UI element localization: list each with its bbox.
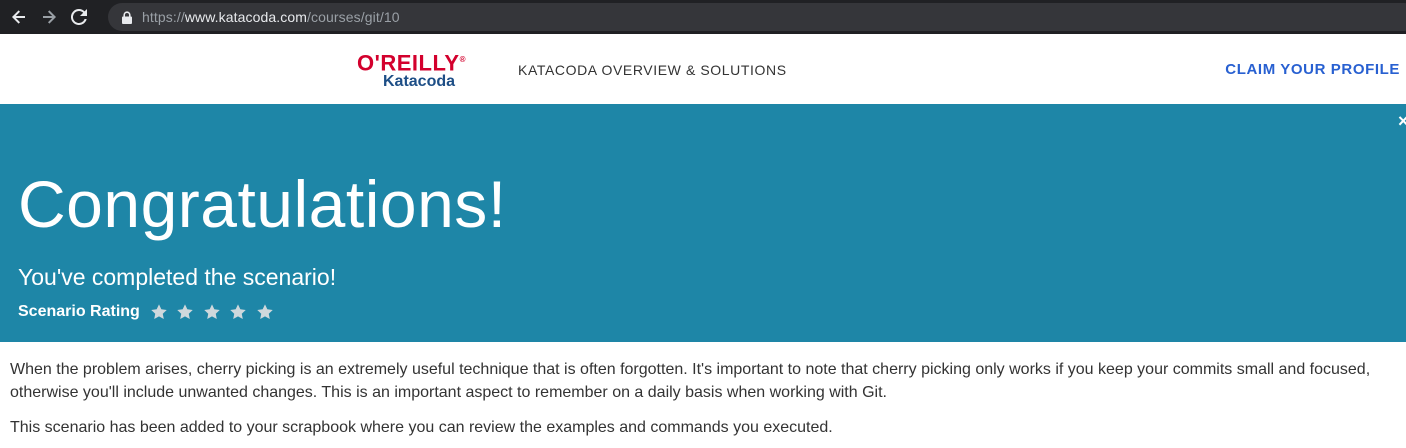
reload-icon [71, 9, 87, 25]
star-icon[interactable] [203, 303, 221, 321]
oreilly-katacoda-logo[interactable]: O'REILLY® Katacoda [357, 49, 472, 91]
url-host: www.katacoda.com [184, 9, 308, 25]
browser-toolbar: https://www.katacoda.com/courses/git/10 [0, 0, 1406, 34]
lock-icon [120, 10, 134, 24]
star-icon[interactable] [229, 303, 247, 321]
back-button[interactable] [4, 0, 34, 34]
scenario-rating: Scenario Rating [18, 303, 282, 321]
url-text: https://www.katacoda.com/courses/git/10 [142, 9, 400, 25]
claim-profile-link[interactable]: CLAIM YOUR PROFILE [1225, 61, 1400, 78]
url-path: /courses/git/10 [307, 9, 400, 25]
nav-overview-solutions[interactable]: KATACODA OVERVIEW & SOLUTIONS [518, 62, 787, 78]
hero-subtitle: You've completed the scenario! [18, 264, 337, 290]
rating-label: Scenario Rating [18, 303, 140, 320]
congratulations-banner: × Congratulations! You've completed the … [0, 104, 1406, 342]
forward-button[interactable] [34, 0, 64, 34]
rating-stars [150, 303, 283, 321]
logo-katacoda-text: Katacoda [383, 73, 456, 91]
star-icon[interactable] [256, 303, 274, 321]
address-bar[interactable]: https://www.katacoda.com/courses/git/10 [108, 3, 1406, 31]
url-scheme: https:// [142, 9, 185, 25]
summary-paragraph: When the problem arises, cherry picking … [10, 361, 1371, 401]
close-icon[interactable]: × [1398, 114, 1406, 128]
star-icon[interactable] [150, 303, 168, 321]
logo-oreilly-text: O'REILLY® [357, 50, 466, 76]
scrapbook-paragraph: This scenario has been added to your scr… [10, 419, 833, 436]
site-header: O'REILLY® Katacoda KATACODA OVERVIEW & S… [0, 34, 1406, 104]
scenario-summary: When the problem arises, cherry picking … [10, 358, 1405, 439]
arrow-left-icon [11, 9, 27, 25]
hero-title: Congratulations! [18, 167, 507, 241]
star-icon[interactable] [176, 303, 194, 321]
reload-button[interactable] [64, 0, 94, 34]
arrow-right-icon [41, 9, 57, 25]
